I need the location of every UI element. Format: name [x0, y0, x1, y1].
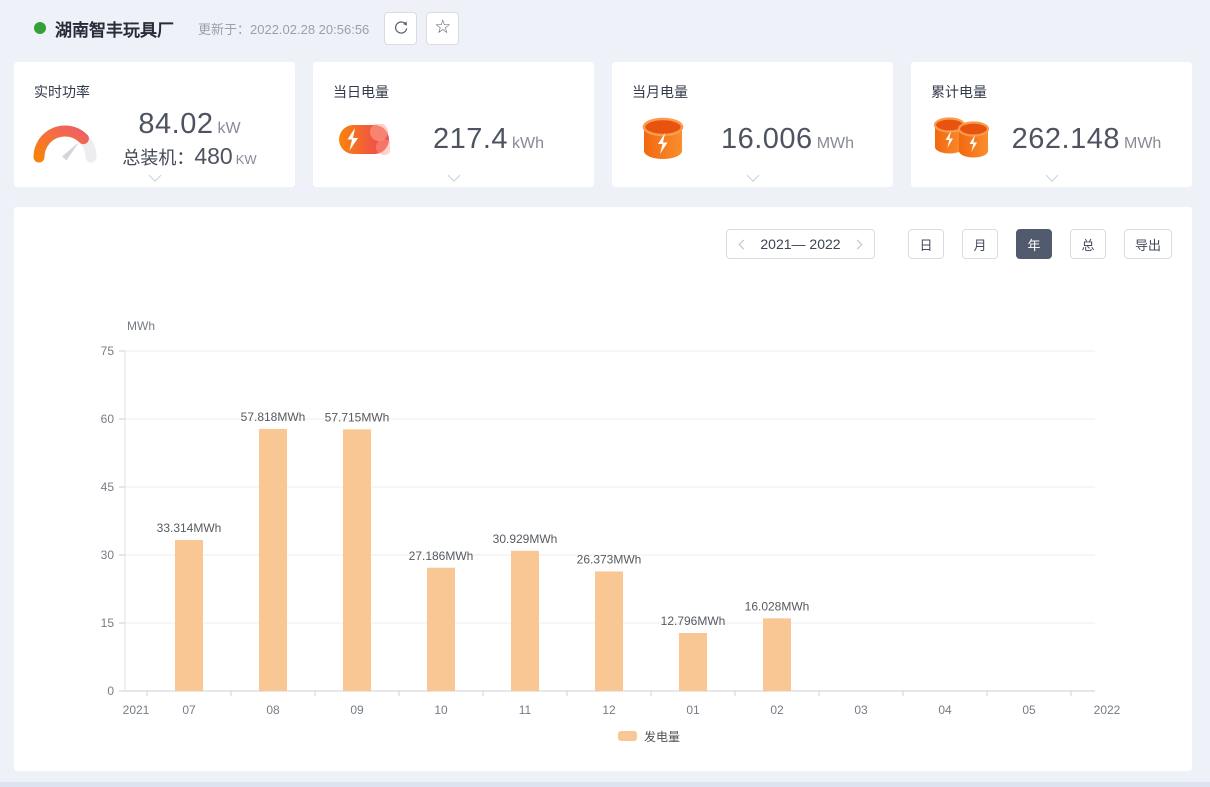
- bar[interactable]: [175, 540, 203, 691]
- last-updated-text: 更新于：2022.02.28 20:56:56: [198, 19, 369, 38]
- view-day-button[interactable]: 日: [908, 229, 944, 259]
- plant-status-dot: [34, 22, 46, 34]
- bar[interactable]: [511, 551, 539, 691]
- view-total-button[interactable]: 总: [1070, 229, 1106, 259]
- date-range-text: 2021— 2022: [760, 236, 840, 252]
- refresh-button[interactable]: [384, 12, 417, 45]
- date-range-picker[interactable]: 2021— 2022: [726, 229, 875, 259]
- bar[interactable]: [679, 633, 707, 691]
- chart-toolbar: 2021— 2022 日 月 年 总 导出: [14, 229, 1172, 259]
- x-tick-label: 05: [1022, 703, 1036, 717]
- realtime-power-unit: kW: [217, 120, 240, 137]
- card-title: 累计电量: [931, 82, 987, 102]
- realtime-power-value-row: 84.02kW: [98, 108, 281, 141]
- daily-energy-value: 217.4: [433, 123, 508, 155]
- export-button[interactable]: 导出: [1124, 229, 1172, 259]
- x-tick-label: 03: [854, 703, 868, 717]
- x-tick-label: 08: [266, 703, 280, 717]
- installed-capacity-value: 480: [194, 143, 232, 169]
- x-tick-label: 12: [602, 703, 616, 717]
- x-tick-label: 09: [350, 703, 364, 717]
- favorite-button[interactable]: ☆: [426, 12, 459, 45]
- x-edge-label-end: 2022: [1094, 703, 1121, 717]
- y-tick-label: 60: [101, 412, 115, 426]
- monthly-energy-value: 16.006: [721, 123, 813, 155]
- card-title: 实时功率: [34, 82, 90, 102]
- realtime-power-value: 84.02: [138, 108, 213, 140]
- y-tick-label: 0: [107, 684, 114, 698]
- gauge-icon: [32, 112, 98, 166]
- card-realtime-power: 实时功率 84.02kW: [14, 62, 295, 187]
- chevron-left-icon[interactable]: [739, 239, 749, 249]
- x-edge-label-start: 2021: [123, 703, 150, 717]
- stat-cards-row: 实时功率 84.02kW: [14, 62, 1192, 187]
- x-tick-label: 07: [182, 703, 196, 717]
- bar[interactable]: [427, 568, 455, 691]
- star-icon: ☆: [434, 18, 451, 37]
- bar-value-label: 12.796MWh: [661, 614, 726, 628]
- card-expand-chevron-down-icon[interactable]: [447, 169, 460, 182]
- bar[interactable]: [595, 571, 623, 691]
- card-title: 当月电量: [632, 82, 688, 102]
- y-tick-label: 15: [101, 616, 115, 630]
- y-tick-label: 30: [101, 548, 115, 562]
- card-title: 当日电量: [333, 82, 389, 102]
- bar-value-label: 33.314MWh: [157, 521, 222, 535]
- installed-capacity-label: 总装机：: [122, 148, 194, 168]
- bar-value-label: 57.715MWh: [325, 410, 390, 424]
- installed-capacity-row: 总装机：480 KW: [98, 143, 281, 170]
- bar[interactable]: [763, 618, 791, 691]
- card-daily-energy: 当日电量 217.4kWh: [313, 62, 594, 187]
- chart-panel: 2021— 2022 日 月 年 总 导出 0 15 30 45 60 75 MWh 07 08…: [14, 207, 1192, 771]
- refresh-icon: [392, 19, 410, 37]
- bottom-strip: [0, 782, 1210, 787]
- x-tick-label: 11: [519, 703, 532, 717]
- generation-bar-chart[interactable]: 0 15 30 45 60 75 MWh 07 08 09 10 11 12 01 02 03 04 05 2021…: [14, 297, 1192, 767]
- legend-swatch[interactable]: [618, 731, 637, 741]
- x-tick-label: 02: [770, 703, 784, 717]
- card-expand-chevron-down-icon[interactable]: [148, 169, 161, 182]
- bar-value-label: 26.373MWh: [577, 552, 642, 566]
- y-tick-label: 45: [101, 480, 115, 494]
- total-energy-value: 262.148: [1012, 123, 1120, 155]
- x-tick-label: 01: [686, 703, 700, 717]
- bar-value-label: 16.028MWh: [745, 599, 810, 613]
- view-year-button[interactable]: 年: [1016, 229, 1052, 259]
- double-energy-drum-icon: [929, 116, 995, 162]
- y-axis-unit-label: MWh: [127, 319, 155, 333]
- bar-value-label: 30.929MWh: [493, 532, 558, 546]
- monthly-energy-unit: MWh: [817, 135, 854, 152]
- bar-value-label: 57.818MWh: [241, 410, 306, 424]
- bar[interactable]: [343, 429, 371, 691]
- page-header: 湖南智丰玩具厂 更新于：2022.02.28 20:56:56 ☆: [0, 0, 1210, 56]
- energy-drum-icon: [630, 116, 696, 162]
- view-month-button[interactable]: 月: [962, 229, 998, 259]
- bar-value-label: 27.186MWh: [409, 549, 474, 563]
- x-tick-label: 10: [434, 703, 448, 717]
- bolt-pill-icon: [331, 124, 397, 155]
- plant-title: 湖南智丰玩具厂: [55, 16, 174, 41]
- x-tick-label: 04: [938, 703, 952, 717]
- card-expand-chevron-down-icon[interactable]: [1045, 169, 1058, 182]
- bar[interactable]: [259, 429, 287, 691]
- y-tick-label: 75: [101, 344, 115, 358]
- card-expand-chevron-down-icon[interactable]: [746, 169, 759, 182]
- legend-label: 发电量: [644, 729, 680, 744]
- daily-energy-unit: kWh: [512, 135, 544, 152]
- total-energy-unit: MWh: [1124, 135, 1161, 152]
- chevron-right-icon[interactable]: [853, 239, 863, 249]
- card-monthly-energy: 当月电量 16.006MWh: [612, 62, 893, 187]
- installed-capacity-unit: KW: [236, 152, 257, 167]
- card-total-energy: 累计电量: [911, 62, 1192, 187]
